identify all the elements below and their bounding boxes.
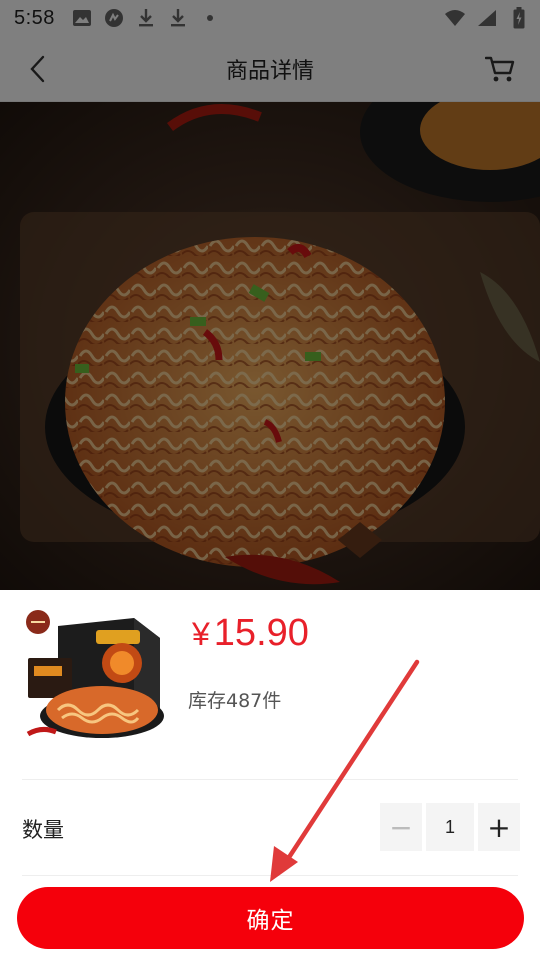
- divider: [22, 779, 518, 780]
- sku-bottom-sheet: ¥ 15.90 库存487件 数量 − 1 + 确定: [0, 590, 540, 960]
- dim-overlay[interactable]: [0, 0, 540, 590]
- product-thumbnail: [22, 608, 166, 744]
- divider: [22, 875, 518, 876]
- price: ¥ 15.90: [192, 612, 309, 655]
- quantity-value[interactable]: 1: [426, 803, 474, 851]
- stock-count: 库存487件: [188, 690, 282, 712]
- quantity-stepper: − 1 +: [380, 803, 520, 851]
- increment-button[interactable]: +: [478, 803, 520, 851]
- product-package-image: [22, 608, 166, 744]
- currency-symbol: ¥: [192, 616, 210, 652]
- quantity-label: 数量: [22, 818, 64, 842]
- price-value: 15.90: [213, 612, 309, 654]
- confirm-button[interactable]: 确定: [17, 887, 524, 949]
- decrement-button[interactable]: −: [380, 803, 422, 851]
- screen: 5:58: [0, 0, 540, 960]
